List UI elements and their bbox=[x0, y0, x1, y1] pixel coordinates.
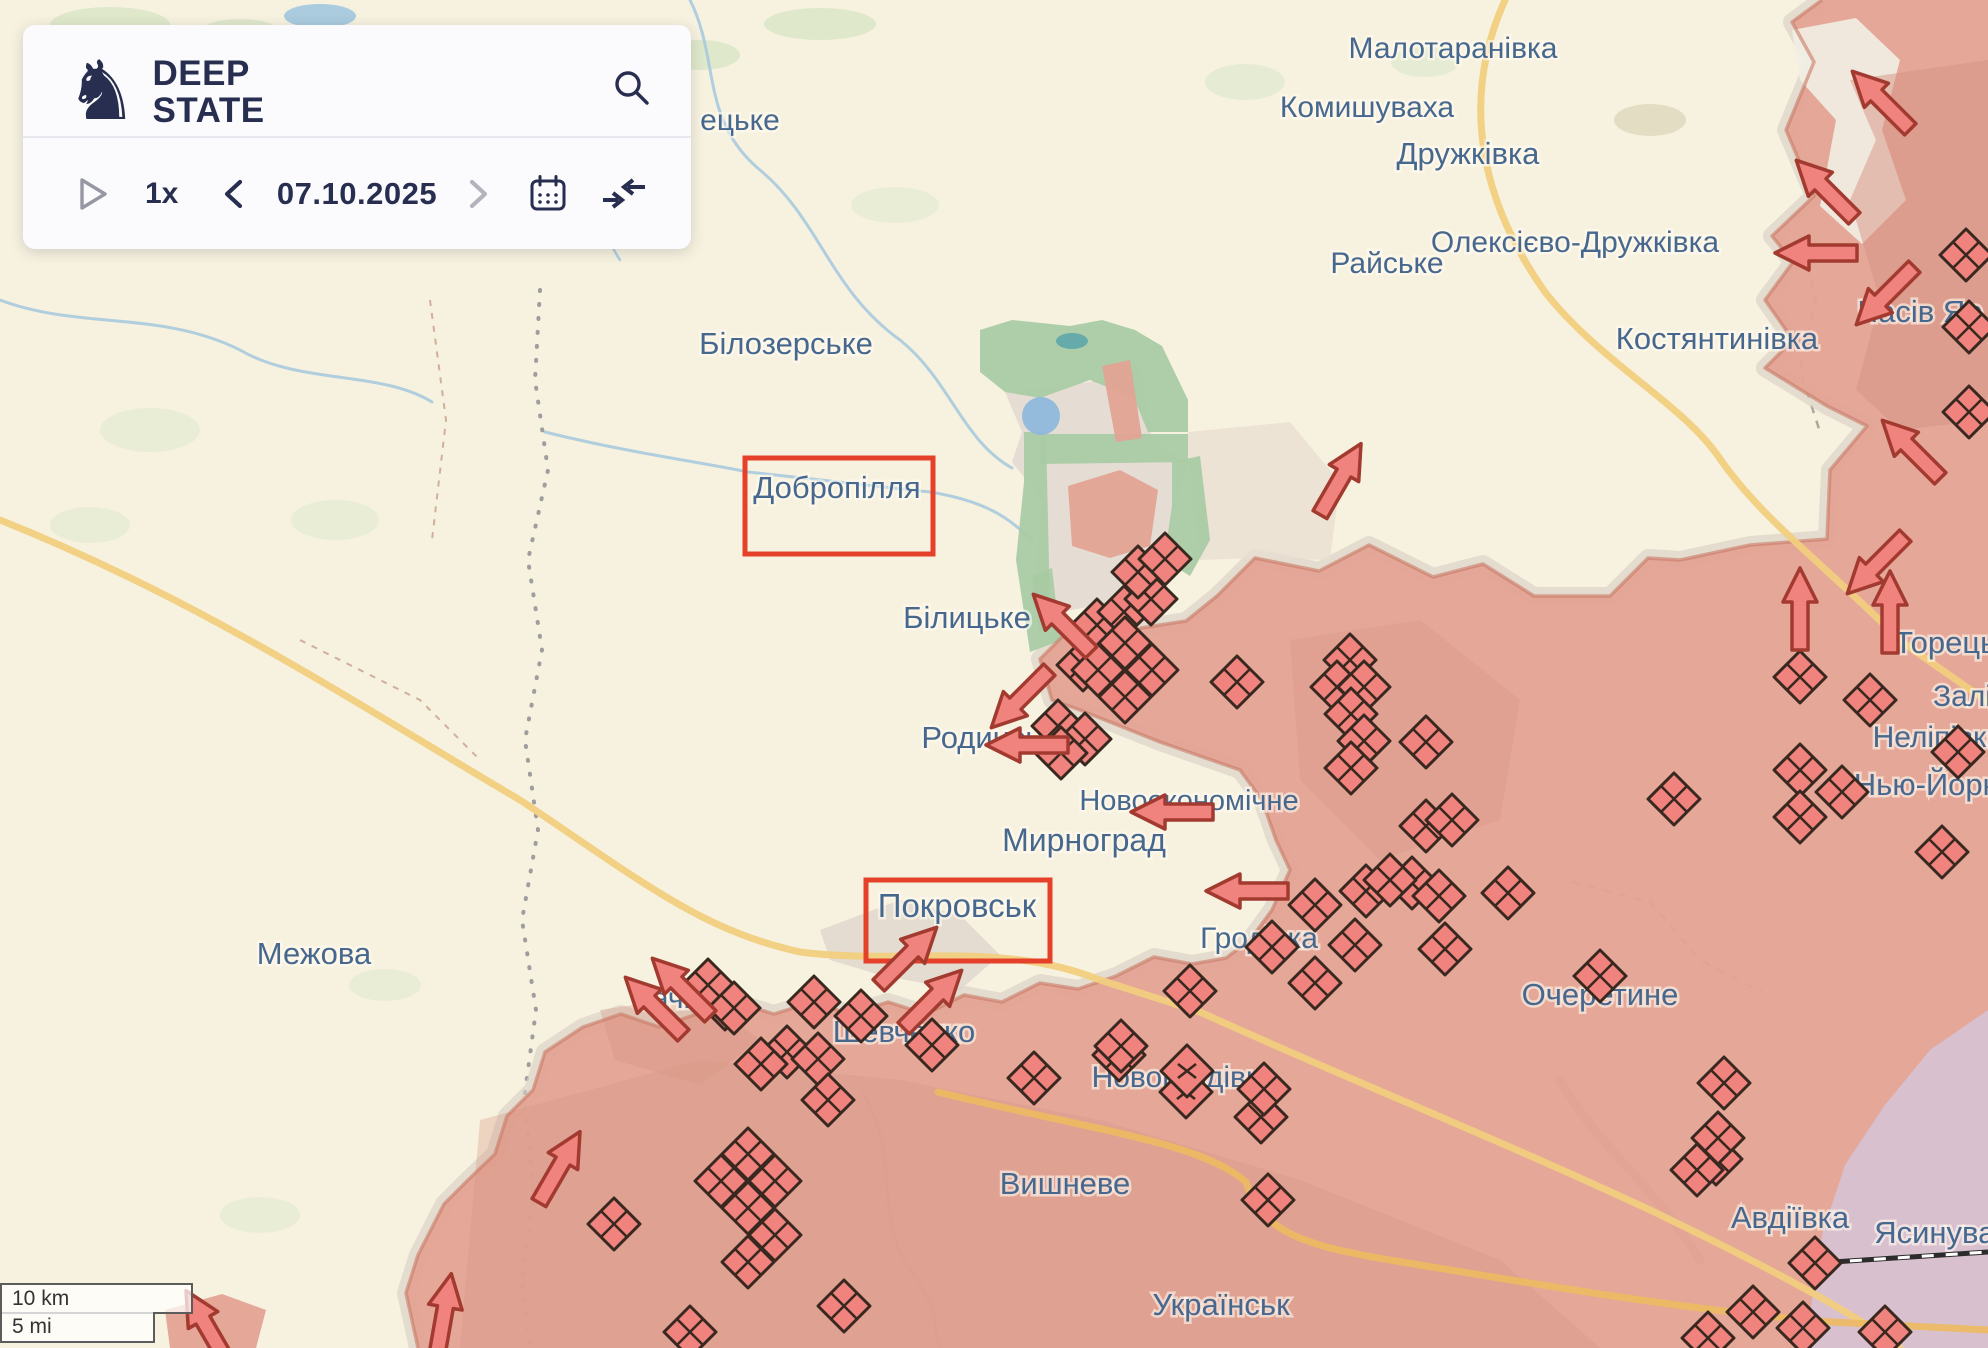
play-button[interactable] bbox=[79, 177, 109, 211]
terrain-patch bbox=[764, 8, 876, 40]
deepstate-map-app: Малотаранівка Комишуваха Дружківка ецьке Рай… bbox=[0, 0, 1988, 1348]
prev-date-button[interactable] bbox=[221, 178, 247, 210]
calendar-button[interactable] bbox=[528, 174, 568, 214]
terrain-patch bbox=[1205, 64, 1285, 100]
calendar-icon bbox=[528, 174, 568, 214]
scale-bar-km: 10 km bbox=[0, 1283, 193, 1314]
map-label: Покровськ bbox=[878, 887, 1037, 924]
playback-speed-button[interactable]: 1x bbox=[145, 177, 178, 211]
territory-zone bbox=[1068, 470, 1158, 558]
compare-dates-button[interactable] bbox=[601, 177, 647, 211]
terrain-patch bbox=[291, 500, 379, 540]
brand-logo[interactable]: ♞ DEEP STATE bbox=[65, 49, 265, 135]
terrain-patch bbox=[220, 1197, 300, 1233]
search-button[interactable] bbox=[609, 65, 655, 111]
map-label: Костянтинівка bbox=[1616, 321, 1819, 356]
scale-mi-label: 5 mi bbox=[12, 1315, 52, 1339]
control-panel: ♞ DEEP STATE 1x bbox=[23, 25, 691, 249]
map-label: Залізне bbox=[1933, 680, 1988, 713]
terrain-patch bbox=[1614, 104, 1686, 136]
brand-line2: STATE bbox=[153, 92, 265, 129]
chevron-right-icon bbox=[465, 178, 491, 210]
date-display: 07.10.2025 bbox=[279, 176, 435, 212]
terrain-patch bbox=[100, 408, 200, 452]
map-label: Дружківка bbox=[1397, 136, 1541, 171]
next-date-button[interactable] bbox=[465, 178, 491, 210]
map-label: Мирноград bbox=[1002, 822, 1166, 858]
map-label: Ясинувата bbox=[1874, 1215, 1988, 1250]
lake bbox=[1022, 397, 1060, 435]
map-label: Білозерське bbox=[699, 326, 873, 361]
terrain-patch bbox=[851, 187, 939, 223]
map-label: Авдіївка bbox=[1731, 1200, 1850, 1235]
knight-logo-icon: ♞ bbox=[65, 49, 139, 135]
map-label: Добропілля bbox=[753, 470, 920, 505]
play-icon bbox=[79, 177, 109, 211]
territory-zone bbox=[1040, 434, 1188, 464]
terrain-patch bbox=[349, 969, 421, 1001]
chevron-left-icon bbox=[221, 178, 247, 210]
map-label: ецьке bbox=[700, 104, 780, 137]
map-label: Торецьк bbox=[1894, 625, 1988, 660]
map-label: Малотаранівка bbox=[1349, 32, 1558, 65]
search-icon bbox=[609, 65, 655, 111]
lake bbox=[1056, 333, 1088, 349]
map-label: Вишневе bbox=[1000, 1166, 1131, 1201]
map-label: Нью-Йорк bbox=[1854, 766, 1988, 802]
map-label: Комишуваха bbox=[1280, 91, 1455, 124]
brand-line1: DEEP bbox=[153, 55, 265, 92]
scale-km-label: 10 km bbox=[12, 1287, 69, 1311]
map-label: Українськ bbox=[1152, 1287, 1290, 1322]
map-label: Олексієво-Дружківка bbox=[1431, 226, 1719, 259]
compare-arrows-icon bbox=[601, 177, 647, 211]
map-label: Білицьке bbox=[903, 600, 1031, 635]
map-label: Райське bbox=[1330, 247, 1443, 280]
terrain-patch bbox=[50, 507, 130, 543]
map-label: Межова bbox=[257, 936, 372, 971]
timeline-controls: 1x 07.10.2025 bbox=[23, 138, 691, 249]
scale-bar-mi: 5 mi bbox=[0, 1312, 155, 1343]
